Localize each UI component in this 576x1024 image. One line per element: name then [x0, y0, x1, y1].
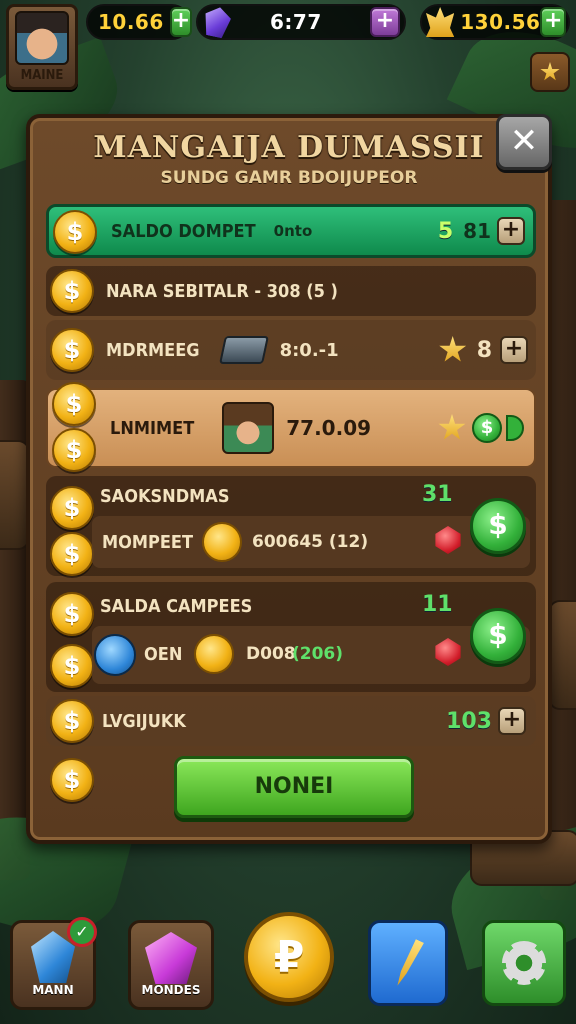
- balance-label: SALDO DOMPET: [111, 220, 256, 242]
- add-gold-button[interactable]: +: [540, 7, 566, 37]
- buy-button[interactable]: $: [470, 498, 526, 554]
- list-item[interactable]: $ $ SAOKSNDMAS 31 MOMPEET 600645 (12) $: [46, 476, 536, 576]
- check-badge-icon: ✓: [67, 917, 97, 947]
- gold-counter: 130.56 +: [420, 4, 570, 40]
- top-hud: MAINE 10.66 + 6:77 + 130.56 +: [0, 0, 576, 96]
- wallet-panel: MANGAIJA DUMASSII SUNDG GAMR BDOIJUPEOR …: [26, 114, 552, 844]
- wallet-item-icon: [218, 336, 269, 364]
- gem-icon: [201, 5, 233, 40]
- row-label: SAOKSNDMAS: [100, 486, 230, 507]
- crown-icon: [426, 7, 455, 37]
- nav-item-tools[interactable]: [368, 920, 448, 1006]
- row-label: LVGIJUKK: [102, 710, 186, 732]
- list-item[interactable]: $ LVGIJUKK 103 +: [46, 696, 536, 746]
- row-value: 77.0.09: [286, 416, 372, 440]
- sub-value: D008: [246, 644, 296, 664]
- row-add-button[interactable]: +: [498, 707, 526, 735]
- gold-value: 130.56: [460, 10, 541, 34]
- player-avatar[interactable]: MAINE: [6, 4, 78, 90]
- buy-button[interactable]: $: [470, 608, 526, 664]
- row-label: NARA SEBITALR - 308 (5 ): [106, 280, 338, 302]
- row-label: MDRMEEG: [106, 339, 200, 361]
- list-item-highlighted[interactable]: $ $ LNMIMET 77.0.09 $: [46, 382, 536, 472]
- timer-value: 6:77: [270, 10, 322, 34]
- row-value: 8:0.-1: [279, 339, 339, 361]
- coin-icon: $: [50, 486, 94, 530]
- pink-gem-icon: [145, 932, 197, 984]
- coin-icon: $: [52, 382, 96, 426]
- panel-title: MANGAIJA DUMASSII: [93, 130, 485, 165]
- list-item[interactable]: $ NARA SEBITALR - 308 (5 ): [46, 266, 536, 316]
- balance-count-a: 5: [437, 218, 454, 244]
- coins-value: 10.66: [98, 10, 164, 34]
- wallet-balance-row[interactable]: $ SALDO DOMPET 0nto 5 81 +: [46, 204, 536, 258]
- coin-icon: $: [50, 269, 94, 313]
- achievements-button[interactable]: [530, 52, 570, 92]
- bottom-nav: ✓ MANN MONDES ₽: [0, 904, 576, 1024]
- row-count: 8: [476, 337, 492, 363]
- tool-icon: [202, 522, 242, 562]
- dollar-icon: $: [472, 413, 502, 443]
- nav-label: MONDES: [141, 983, 201, 997]
- coin-icon: $: [50, 592, 94, 636]
- sub-label: MOMPEET: [102, 532, 194, 553]
- arrow-icon: [506, 415, 524, 441]
- sub-label: OEN: [144, 644, 183, 665]
- timer-bar: 6:77 +: [196, 4, 406, 40]
- close-button[interactable]: ✕: [496, 114, 552, 170]
- star-icon: [439, 336, 467, 362]
- star-icon: [438, 414, 466, 440]
- star-icon: [540, 62, 560, 81]
- coin-icon: $: [52, 428, 96, 472]
- coin-icon: $: [50, 699, 94, 743]
- confirm-button[interactable]: NONEI: [174, 756, 414, 818]
- row-count: 11: [422, 592, 453, 617]
- row-label: SALDA CAMPEES: [100, 596, 253, 617]
- balance-add-button[interactable]: +: [497, 217, 525, 245]
- character-portrait: [222, 402, 275, 454]
- balance-count-b: 81: [463, 219, 491, 243]
- coin-icon: $: [53, 210, 97, 254]
- add-coins-button[interactable]: +: [169, 7, 193, 37]
- tool-icon: [194, 634, 234, 674]
- panel-subtitle: SUNDG GAMR BDOIJUPEOR: [160, 168, 418, 188]
- row-count: 103: [446, 708, 492, 734]
- player-name: MAINE: [20, 68, 64, 83]
- add-gems-button[interactable]: +: [370, 7, 400, 37]
- nav-item-monsters[interactable]: MONDES: [128, 920, 214, 1010]
- coin-icon: $: [50, 644, 94, 688]
- sub-value-green: (206): [292, 644, 344, 664]
- avatar-portrait: [15, 11, 69, 65]
- nav-item-settings[interactable]: [482, 920, 566, 1006]
- row-add-button[interactable]: +: [500, 336, 528, 364]
- pencil-icon: [384, 934, 432, 992]
- coin-icon: $: [50, 328, 94, 372]
- sub-value: 600645 (12): [252, 532, 369, 552]
- coin-icon: $: [50, 532, 94, 576]
- row-count: 31: [422, 482, 453, 507]
- nav-label: MANN: [32, 983, 74, 997]
- nav-item-main[interactable]: ✓ MANN: [10, 917, 97, 1010]
- list-item[interactable]: $ $ SALDA CAMPEES 11 OEN D008 (206) $: [46, 582, 536, 692]
- center-coin-button[interactable]: ₽: [244, 912, 334, 1002]
- list-item[interactable]: $ MDRMEEG 8:0.-1 8 +: [46, 320, 536, 380]
- gear-icon: [502, 941, 546, 985]
- coins-counter: 10.66 +: [86, 4, 193, 40]
- compass-icon: [94, 634, 136, 676]
- row-label: LNMIMET: [110, 417, 195, 439]
- balance-sub: 0nto: [273, 222, 313, 240]
- coin-icon: $: [50, 758, 94, 802]
